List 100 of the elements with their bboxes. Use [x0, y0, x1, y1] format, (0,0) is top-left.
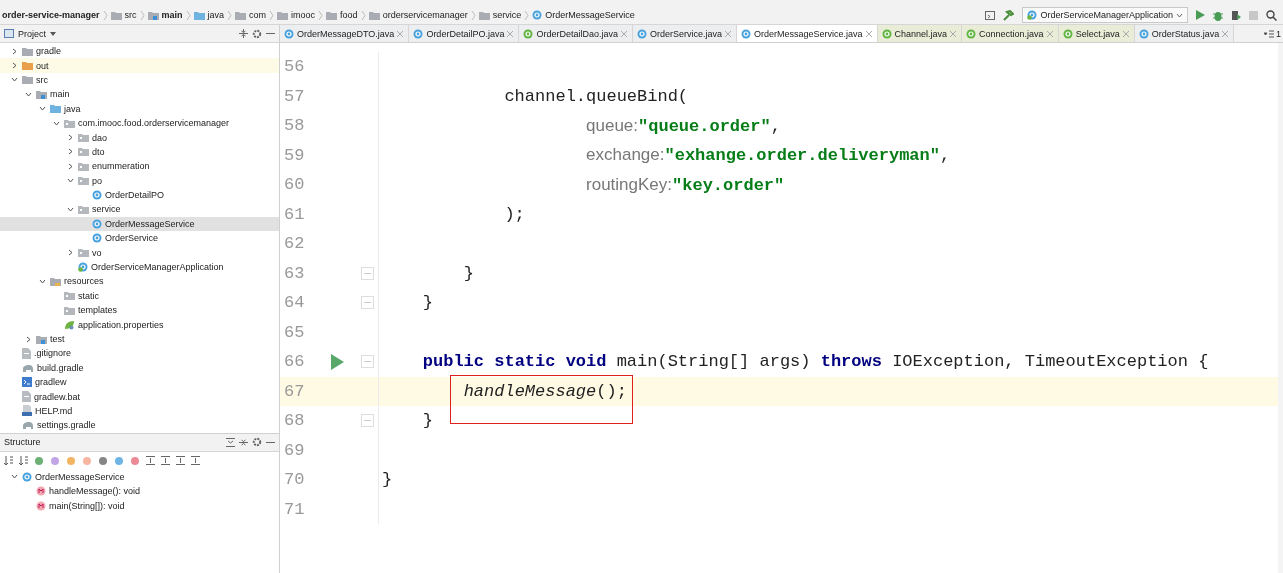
chevron-down-icon[interactable] — [11, 473, 18, 481]
tree-item[interactable]: gradlew.bat — [0, 389, 279, 404]
tree-item[interactable]: build.gradle — [0, 360, 279, 375]
chevron-right-icon[interactable] — [67, 162, 74, 170]
align-icon[interactable] — [161, 456, 170, 466]
breadcrumb[interactable]: service — [478, 10, 522, 20]
tree-item[interactable]: .gitignore — [0, 346, 279, 361]
editor-tab[interactable]: OrderDetailPO.java — [409, 25, 520, 42]
run-icon[interactable] — [1196, 10, 1205, 20]
tree-item[interactable]: resources — [0, 274, 279, 289]
breadcrumb[interactable]: java — [193, 10, 225, 20]
sort-icon[interactable] — [19, 456, 28, 466]
chevron-down-icon[interactable] — [39, 277, 46, 285]
fold-marker-icon[interactable] — [360, 266, 374, 280]
tree-item[interactable]: gradle — [0, 44, 279, 59]
settings-icon[interactable] — [252, 28, 262, 39]
align-icon[interactable] — [146, 456, 155, 466]
fold-marker-icon[interactable] — [360, 355, 374, 369]
settings-icon[interactable] — [252, 437, 262, 448]
tree-item[interactable]: dto — [0, 144, 279, 160]
chevron-right-icon[interactable] — [25, 335, 32, 343]
tree-item[interactable]: OrderDetailPO — [0, 187, 279, 203]
folder-icon — [22, 46, 33, 56]
tree-item[interactable]: OrderService — [0, 231, 279, 246]
breadcrumb[interactable]: food — [326, 10, 358, 20]
folder-icon — [78, 205, 89, 214]
breadcrumb[interactable]: com — [235, 10, 267, 20]
tree-item[interactable]: src — [0, 72, 279, 88]
tree-item[interactable]: dao — [0, 130, 279, 145]
chevron-right-icon[interactable] — [67, 134, 74, 142]
folder-icon — [78, 133, 89, 143]
chevron-down-icon[interactable] — [67, 206, 74, 213]
editor-tab[interactable]: OrderMessageDTO.java — [280, 25, 410, 42]
chevron-down-icon[interactable] — [67, 177, 74, 185]
enum-icon — [1138, 28, 1149, 39]
breadcrumb[interactable]: src — [110, 10, 137, 20]
breadcrumb[interactable]: OrderMessageService — [532, 10, 635, 20]
chevron-down-icon[interactable] — [11, 76, 18, 84]
editor-tab[interactable]: OrderService.java — [632, 25, 737, 42]
filter-icon[interactable] — [98, 455, 108, 466]
tree-item[interactable]: out — [0, 58, 279, 73]
filter-icon[interactable] — [34, 455, 44, 466]
tree-item[interactable]: po — [0, 173, 279, 188]
tree-item[interactable]: java — [0, 101, 279, 116]
window-icon[interactable] — [985, 10, 996, 20]
run-configuration-dropdown[interactable]: OrderServiceManagerApplication — [1022, 7, 1188, 23]
tree-item[interactable]: gradlew — [0, 375, 279, 390]
tree-item[interactable]: OrderServiceManagerApplication — [0, 259, 279, 275]
caret-icon[interactable] — [50, 31, 56, 36]
fold-marker-icon[interactable] — [360, 414, 374, 428]
editor-tab[interactable]: OrderMessageService.java — [737, 25, 878, 42]
chevron-right-icon[interactable] — [67, 148, 74, 156]
chevron-right-icon — [318, 10, 324, 20]
bug-icon[interactable] — [1213, 9, 1223, 21]
align-icon[interactable] — [176, 456, 185, 466]
code-line: public static void main(String[] args) throws IOException, TimeoutException { — [421, 352, 1209, 372]
chevron-right-icon[interactable] — [11, 62, 18, 70]
editor-tab[interactable]: Select.java — [1058, 25, 1135, 42]
tree-item[interactable]: static — [0, 288, 279, 304]
tabs-overflow-icon[interactable] — [1264, 29, 1274, 38]
tree-item[interactable]: settings.gradle — [0, 418, 279, 433]
search-icon[interactable] — [1266, 9, 1277, 21]
tree-item[interactable]: application.properties — [0, 317, 279, 332]
tree-item[interactable]: OrderMessageService — [0, 469, 279, 484]
tree-item[interactable]: enummeration — [0, 159, 279, 174]
line-number: 65 — [283, 322, 306, 342]
caret-icon[interactable] — [1176, 12, 1183, 18]
chevron-right-icon[interactable] — [67, 249, 74, 257]
expand-all-icon[interactable] — [226, 437, 235, 447]
tree-item[interactable]: templates — [0, 303, 279, 318]
hammer-icon[interactable] — [1003, 9, 1015, 21]
sort-icon[interactable] — [4, 456, 13, 466]
editor-tab[interactable]: OrderDetailDao.java — [519, 25, 633, 42]
folder-icon — [36, 89, 47, 99]
breadcrumb[interactable]: order-service-manager — [2, 10, 100, 20]
tree-item[interactable]: test — [0, 331, 279, 347]
tree-item[interactable]: main(String[]): void — [0, 498, 279, 513]
breadcrumb[interactable]: imooc — [277, 10, 316, 20]
tree-item[interactable]: com.imooc.food.orderservicemanager — [0, 115, 279, 131]
tree-item[interactable]: handleMessage(): void — [0, 483, 279, 499]
chevron-right-icon[interactable] — [11, 47, 18, 55]
breadcrumb[interactable]: orderservicemanager — [368, 10, 468, 20]
fold-marker-icon[interactable] — [360, 296, 374, 310]
chevron-down-icon[interactable] — [53, 119, 60, 127]
breadcrumb[interactable]: main — [147, 10, 183, 20]
run-icon[interactable] — [330, 353, 344, 370]
tree-item[interactable]: main — [0, 87, 279, 102]
collapse-icon[interactable] — [239, 29, 248, 38]
project-dropdown[interactable]: Project — [18, 28, 46, 39]
editor-tab[interactable]: Connection.java — [962, 25, 1059, 42]
tree-item[interactable]: OrderMessageService — [0, 216, 279, 232]
collapse-icon[interactable] — [239, 437, 248, 447]
tree-item[interactable]: vo — [0, 245, 279, 260]
align-icon[interactable] — [191, 456, 200, 466]
editor-tab[interactable]: Channel.java — [877, 25, 963, 42]
editor-tab[interactable]: OrderStatus.java — [1134, 25, 1235, 42]
chevron-down-icon[interactable] — [25, 90, 32, 98]
chevron-down-icon[interactable] — [39, 105, 46, 113]
tree-item[interactable]: HELP.md — [0, 403, 279, 419]
tree-item[interactable]: service — [0, 202, 279, 217]
